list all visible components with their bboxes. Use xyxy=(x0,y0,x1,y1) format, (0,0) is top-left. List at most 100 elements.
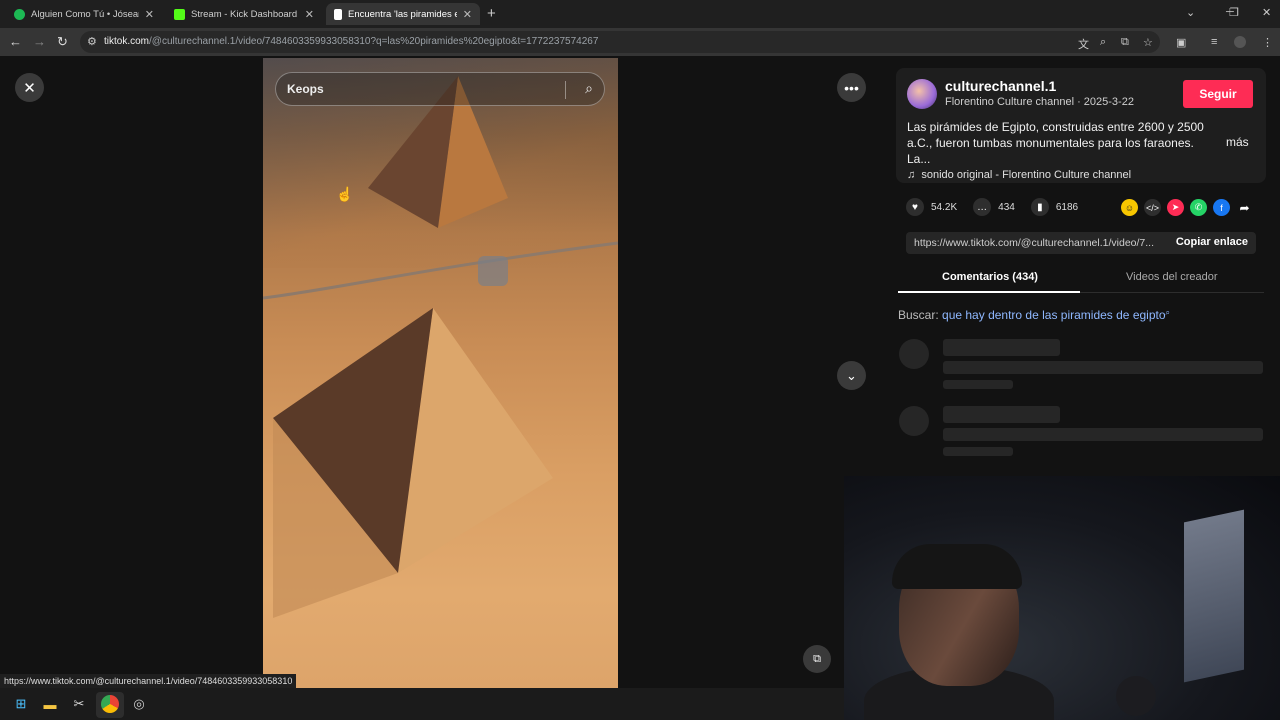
save-count: 6186 xyxy=(1055,201,1079,213)
tab-tiktok[interactable]: Encuentra 'las piramides eg ✕ xyxy=(326,3,480,25)
follow-button[interactable]: Seguir xyxy=(1183,80,1253,108)
bookmark-star-icon[interactable]: ☆ xyxy=(1143,36,1153,49)
share-arrow-icon[interactable]: ➦ xyxy=(1236,199,1253,216)
profile-avatar[interactable] xyxy=(1234,36,1246,48)
pip-button[interactable]: ⧉ xyxy=(803,645,831,673)
status-bar-url: https://www.tiktok.com/@culturechannel.1… xyxy=(0,674,297,688)
install-icon[interactable]: ⧉ xyxy=(1121,36,1129,49)
sound-link[interactable]: ♫ sonido original - Florentino Culture c… xyxy=(907,169,1131,181)
copy-link-button[interactable]: Copiar enlace xyxy=(1176,236,1248,248)
site-info-icon[interactable]: ⚙ xyxy=(87,35,97,48)
tab-creator-videos[interactable]: Videos del creador xyxy=(1126,271,1218,283)
share-link-box: https://www.tiktok.com/@culturechannel.1… xyxy=(906,232,1256,254)
heart-icon: ♥ xyxy=(906,198,924,216)
music-note-icon: ♫ xyxy=(907,169,916,181)
tab-comments[interactable]: Comentarios (434) xyxy=(942,271,1038,283)
back-icon[interactable]: ← xyxy=(9,34,22,49)
comment-skeleton-avatar xyxy=(899,406,929,436)
search-icon[interactable]: ⌕ xyxy=(585,80,593,97)
bookmark-icon: ▮ xyxy=(1030,198,1049,216)
next-video-button[interactable]: ⌄ xyxy=(837,361,866,390)
friends-share-icon[interactable]: ☺ xyxy=(1121,199,1138,216)
windows-start-icon[interactable]: ⊞ xyxy=(12,695,30,713)
facebook-icon[interactable]: f xyxy=(1213,199,1230,216)
tab-title: Alguien Como Tú • Jósean Log xyxy=(31,8,139,20)
search-divider xyxy=(565,81,566,99)
translate-icon[interactable]: 文 xyxy=(1078,36,1089,52)
file-explorer-icon[interactable]: ▬ xyxy=(41,695,59,713)
menu-icon[interactable]: ⋮ xyxy=(1262,36,1273,49)
embed-icon[interactable]: </> xyxy=(1144,199,1161,216)
monitor-shape xyxy=(1184,509,1244,683)
snipping-tool-icon[interactable]: ✂ xyxy=(70,695,88,713)
whatsapp-icon[interactable]: ✆ xyxy=(1190,199,1207,216)
save-stat[interactable]: ▮ 6186 xyxy=(1030,198,1079,216)
comment-skeleton-line xyxy=(943,406,1060,423)
post-info-card: culturechannel.1 Florentino Culture chan… xyxy=(896,68,1266,183)
tab-kick[interactable]: Stream - Kick Dashboard ✕ xyxy=(166,3,322,25)
microphone-shape xyxy=(1116,676,1156,716)
close-tab-icon[interactable]: ✕ xyxy=(145,8,154,21)
obs-icon[interactable]: ◎ xyxy=(130,695,148,713)
post-description: Las pirámides de Egipto, construidas ent… xyxy=(907,120,1204,166)
chevron-down-icon: ⌄ xyxy=(846,367,857,383)
tab-spotify[interactable]: Alguien Como Tú • Jósean Log ✕ xyxy=(6,3,162,25)
new-tab-icon[interactable]: + xyxy=(487,5,496,22)
url-text[interactable]: tiktok.com/@culturechannel.1/video/74846… xyxy=(104,36,598,47)
comment-stat[interactable]: … 434 xyxy=(973,198,1015,216)
extensions-icon[interactable]: ▣ xyxy=(1176,36,1186,49)
zoom-icon[interactable]: ⌕ xyxy=(1100,36,1106,49)
tab-title: Encuentra 'las piramides eg xyxy=(348,8,457,20)
video-search-box[interactable]: Keops ⌕ xyxy=(275,72,605,106)
author-subline: Florentino Culture channel · 2025-3-22 xyxy=(945,96,1134,108)
like-stat[interactable]: ♥ 54.2K xyxy=(906,198,957,216)
close-tab-icon[interactable]: ✕ xyxy=(305,8,314,21)
share-buttons: ☺ </> ➤ ✆ f ➦ xyxy=(1121,199,1253,216)
streamer-cap xyxy=(892,544,1022,589)
comment-skeleton-line xyxy=(943,447,1013,456)
author-handle[interactable]: culturechannel.1 xyxy=(945,78,1056,94)
address-bar: ← → ↻ ⚙ tiktok.com/@culturechannel.1/vid… xyxy=(0,28,1280,56)
comment-icon: … xyxy=(973,198,992,216)
share-link-text[interactable]: https://www.tiktok.com/@culturechannel.1… xyxy=(914,237,1164,249)
pyramids-image xyxy=(263,76,618,618)
comment-skeleton-line xyxy=(943,380,1013,389)
kick-icon xyxy=(174,8,185,20)
restore-icon[interactable]: ❐ xyxy=(1229,6,1239,19)
search-query: Keops xyxy=(287,82,324,96)
taskbar: ⊞ ▬ ✂ ◎ xyxy=(0,688,844,720)
comment-count: 434 xyxy=(998,201,1015,213)
webcam-overlay xyxy=(844,476,1280,720)
omnibox[interactable]: ⚙ tiktok.com/@culturechannel.1/video/748… xyxy=(80,31,1160,53)
more-options-button[interactable]: ••• xyxy=(837,73,866,102)
tab-search-icon[interactable]: ⌄ xyxy=(1186,6,1195,19)
forward-icon[interactable]: → xyxy=(33,34,46,49)
panel-tabs: Comentarios (434) Videos del creador xyxy=(898,266,1264,293)
comment-skeleton-line xyxy=(943,339,1060,356)
close-icon: ✕ xyxy=(23,79,36,97)
related-search-label: Buscar: xyxy=(898,308,939,322)
more-link[interactable]: más xyxy=(1226,135,1249,149)
reload-icon[interactable]: ↻ xyxy=(57,34,68,50)
close-tab-icon[interactable]: ✕ xyxy=(463,8,472,21)
chrome-icon[interactable] xyxy=(101,695,119,713)
tab-strip: Alguien Como Tú • Jósean Log ✕ Stream - … xyxy=(0,0,1280,28)
comment-skeleton-line xyxy=(943,428,1263,441)
avatar[interactable] xyxy=(907,79,937,109)
comment-skeleton-line xyxy=(943,361,1263,374)
more-dots-icon: ••• xyxy=(844,79,859,96)
pip-icon: ⧉ xyxy=(813,652,821,665)
comment-skeleton-avatar xyxy=(899,339,929,369)
send-icon[interactable]: ➤ xyxy=(1167,199,1184,216)
close-window-icon[interactable]: ✕ xyxy=(1262,6,1271,19)
related-search-term[interactable]: que hay dentro de las piramides de egipt… xyxy=(942,308,1165,322)
tab-title: Stream - Kick Dashboard xyxy=(191,8,298,20)
related-search[interactable]: Buscar: que hay dentro de las piramides … xyxy=(898,308,1170,322)
active-tab-indicator xyxy=(898,291,1080,293)
mouse-cursor: ☝ xyxy=(336,186,354,202)
media-icon[interactable]: ≡ xyxy=(1211,36,1217,48)
like-count: 54.2K xyxy=(931,201,958,213)
search-icon: ⌕ xyxy=(1165,308,1170,317)
close-video-button[interactable]: ✕ xyxy=(15,73,44,102)
video-player[interactable]: Keops ⌕ xyxy=(263,58,618,688)
